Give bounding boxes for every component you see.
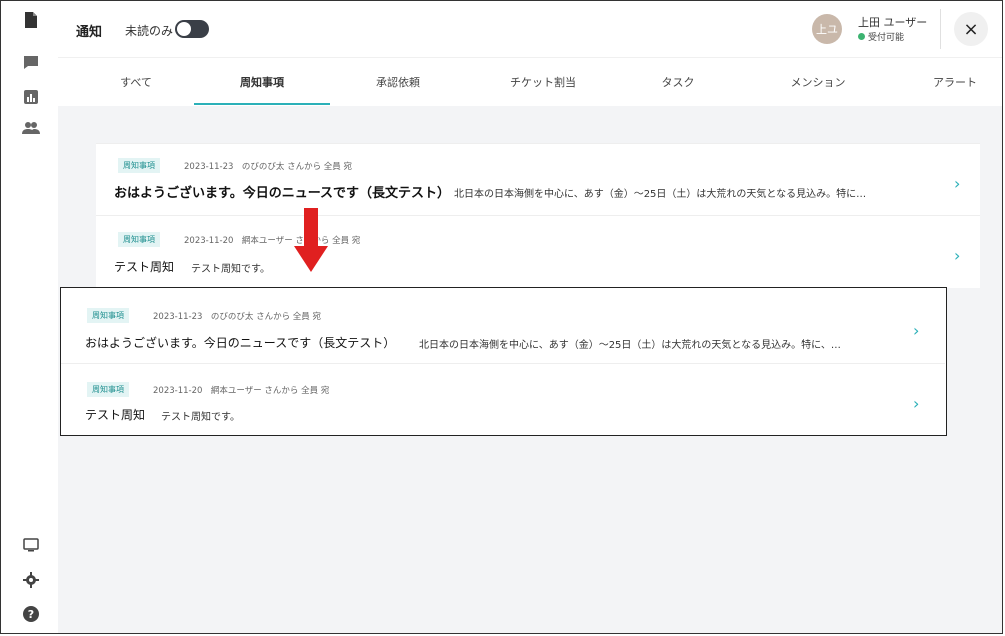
- help-icon[interactable]: ?: [21, 604, 41, 624]
- zoomed-notification-list: 周知事項 2023-11-23 のびのび太 さんから 全員 宛 おはようございま…: [60, 287, 947, 436]
- notification-meta: 2023-11-20 網本ユーザー さんから 全員 宛: [184, 236, 361, 246]
- chevron-right-icon[interactable]: ›: [954, 246, 960, 265]
- tab-announcements[interactable]: 周知事項: [226, 74, 298, 90]
- chat-icon[interactable]: [21, 52, 41, 72]
- notification-title: おはようございます。今日のニュースです（長文テスト）: [114, 186, 451, 201]
- sidebar: ?: [1, 1, 59, 633]
- status-dot-icon: [858, 33, 865, 40]
- notification-body: 北日本の日本海側を中心に、あす（金）～25日（土）は大荒れの天気となる見込み。特…: [454, 189, 867, 200]
- avatar[interactable]: 上ユ: [812, 14, 842, 44]
- svg-text:?: ?: [28, 608, 34, 621]
- user-status-text: 受付可能: [868, 33, 905, 43]
- user-name: 上田 ユーザー: [858, 16, 928, 29]
- notification-body: 北日本の日本海側を中心に、あす（金）～25日（土）は大荒れの天気となる見込み。特…: [419, 340, 841, 351]
- unread-only-toggle[interactable]: [175, 20, 209, 38]
- settings-icon[interactable]: [21, 570, 41, 590]
- users-icon[interactable]: [21, 118, 41, 138]
- list-item[interactable]: 周知事項 2023-11-23 のびのび太 さんから 全員 宛 おはようございま…: [61, 288, 945, 363]
- chart-icon[interactable]: [21, 87, 41, 107]
- active-tab-indicator: [194, 103, 330, 105]
- tab-mentions[interactable]: メンション: [778, 74, 858, 90]
- monitor-icon[interactable]: [21, 535, 41, 555]
- close-button[interactable]: ×: [954, 12, 988, 46]
- category-badge: 周知事項: [87, 382, 129, 397]
- toggle-knob: [177, 22, 191, 36]
- list-item[interactable]: 周知事項 2023-11-23 のびのび太 さんから 全員 宛 おはようございま…: [96, 144, 980, 215]
- notification-meta: 2023-11-23 のびのび太 さんから 全員 宛: [153, 312, 322, 322]
- tab-all[interactable]: すべて: [106, 74, 166, 90]
- category-badge: 周知事項: [87, 308, 129, 323]
- notification-body: テスト周知です。: [191, 264, 270, 275]
- notification-meta: 2023-11-20 網本ユーザー さんから 全員 宛: [153, 386, 330, 396]
- list-item[interactable]: 周知事項 2023-11-20 網本ユーザー さんから 全員 宛 テスト周知 テ…: [96, 215, 980, 288]
- tab-tasks[interactable]: タスク: [648, 74, 708, 90]
- page-title: 通知: [76, 25, 103, 40]
- divider: [940, 9, 941, 49]
- notification-list: 周知事項 2023-11-23 のびのび太 さんから 全員 宛 おはようございま…: [96, 143, 980, 288]
- tab-approvals[interactable]: 承認依頼: [362, 74, 434, 90]
- red-arrow-icon: [294, 208, 328, 272]
- tab-bar: すべて 周知事項 承認依頼 チケット割当 タスク メンション アラート: [58, 57, 1002, 106]
- notification-body: テスト周知です。: [161, 412, 240, 423]
- tab-ticket-assign[interactable]: チケット割当: [498, 74, 588, 90]
- category-badge: 周知事項: [118, 158, 160, 173]
- chevron-right-icon[interactable]: ›: [913, 394, 919, 413]
- header-bar: 通知 未読のみ 上ユ 上田 ユーザー 受付可能 ×: [58, 1, 1002, 57]
- notification-title: おはようございます。今日のニュースです（長文テスト）: [85, 336, 396, 350]
- document-icon[interactable]: [21, 10, 41, 30]
- chevron-right-icon[interactable]: ›: [954, 174, 960, 193]
- category-badge: 周知事項: [118, 232, 160, 247]
- tab-alerts[interactable]: アラート: [920, 74, 990, 90]
- notification-title: テスト周知: [85, 408, 146, 422]
- notification-title: テスト周知: [114, 260, 175, 274]
- list-item[interactable]: 周知事項 2023-11-20 網本ユーザー さんから 全員 宛 テスト周知 テ…: [61, 363, 945, 434]
- unread-only-label: 未読のみ: [125, 24, 174, 38]
- user-status: 受付可能: [858, 30, 904, 43]
- chevron-right-icon[interactable]: ›: [913, 321, 919, 340]
- notification-meta: 2023-11-23 のびのび太 さんから 全員 宛: [184, 162, 353, 172]
